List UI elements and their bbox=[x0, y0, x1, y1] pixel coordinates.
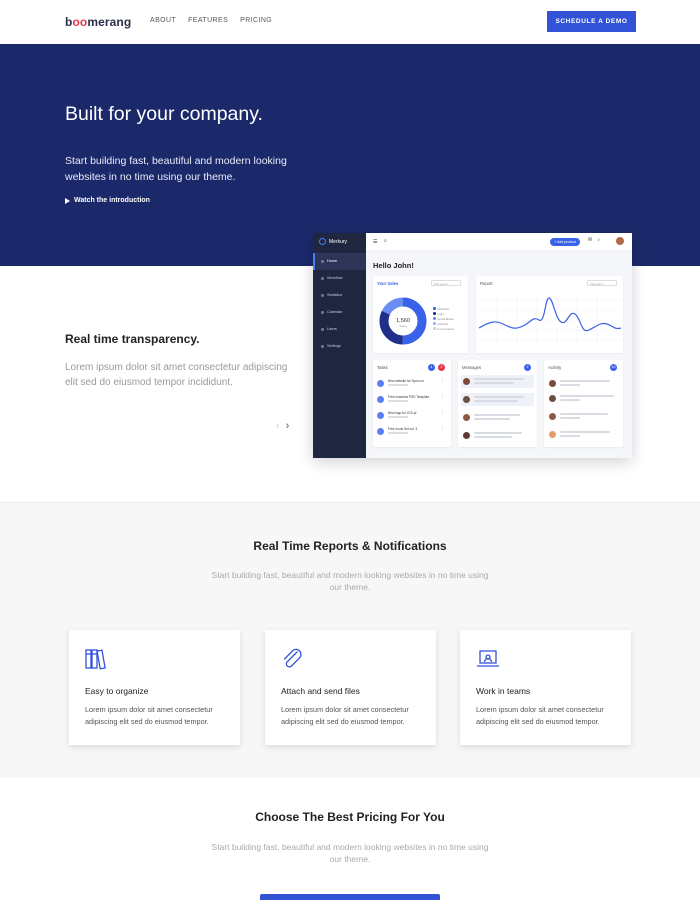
task-row: Free Icons Set vol. 3 ⋮ bbox=[377, 426, 447, 438]
search-icon: ⌕ bbox=[384, 238, 387, 244]
dashboard-screenshot: Merkury Home Workflow Statistics Calenda… bbox=[313, 233, 632, 458]
feature-text: Lorem ipsum dolor sit amet consectetur a… bbox=[281, 705, 409, 726]
message-row bbox=[461, 375, 534, 388]
sales-period-select: This year ▾ bbox=[431, 280, 461, 286]
activity-card: Activity 10 bbox=[544, 360, 623, 447]
dashboard-sidebar: Merkury Home Workflow Statistics Calenda… bbox=[313, 233, 366, 458]
messages-badge: 2 bbox=[524, 364, 531, 371]
activity-row bbox=[547, 428, 620, 441]
sidebar-item-workflow: Workflow bbox=[313, 270, 366, 287]
message-row bbox=[461, 393, 534, 406]
avatar bbox=[616, 237, 624, 245]
feature-card-organize: Easy to organize Lorem ipsum dolor sit a… bbox=[69, 630, 240, 745]
features-section: Real Time Reports & Notifications Start … bbox=[0, 502, 700, 778]
tasks-badge: 4 bbox=[428, 364, 435, 371]
messages-card: Messages 2 bbox=[458, 360, 537, 447]
task-row: New logo for JCD.pl ⋮ bbox=[377, 410, 447, 422]
report-card: Report This year ▾ bbox=[476, 276, 623, 353]
books-icon bbox=[85, 649, 106, 670]
feature-title: Easy to organize bbox=[85, 686, 149, 696]
feature-title: Attach and send files bbox=[281, 686, 360, 696]
sales-card: Your Sales This year ▾ 1,560 Sales Websi… bbox=[373, 276, 468, 353]
feature-title: Work in teams bbox=[476, 686, 531, 696]
activity-card-title: Activity bbox=[548, 365, 562, 370]
topbar-icons: ✉ ♪ bbox=[588, 237, 600, 243]
laptop-icon bbox=[477, 650, 499, 667]
sales-legend: Websites Logo Social Media Adwords E-Com… bbox=[433, 306, 454, 331]
brand-logo-icon bbox=[319, 238, 326, 245]
features-title: Real Time Reports & Notifications bbox=[253, 539, 447, 553]
next-arrow-icon[interactable]: › bbox=[286, 420, 290, 432]
schedule-demo-button[interactable]: SCHEDULE A DEMO bbox=[547, 11, 636, 32]
pricing-subtitle: Start building fast, beautiful and moder… bbox=[211, 842, 489, 864]
prev-arrow-icon[interactable]: ‹ bbox=[276, 420, 280, 432]
feature-card-teams: Work in teams Lorem ipsum dolor sit amet… bbox=[460, 630, 631, 745]
sales-donut-chart: 1,560 Sales bbox=[379, 297, 427, 345]
report-card-title: Report bbox=[480, 281, 493, 286]
message-row bbox=[461, 429, 534, 442]
logo[interactable]: boomerang bbox=[65, 15, 131, 29]
mail-icon: ✉ bbox=[588, 237, 593, 243]
sales-card-title: Your Sales bbox=[377, 281, 399, 286]
play-icon bbox=[65, 197, 70, 204]
transparency-text: Lorem ipsum dolor sit amet consectetur a… bbox=[65, 362, 288, 388]
message-row bbox=[461, 411, 534, 424]
nav-link-about[interactable]: ABOUT bbox=[150, 17, 176, 24]
sidebar-item-statistics: Statistics bbox=[313, 287, 366, 304]
dashboard-topbar: ☰ ⌕ + Add product ✉ ♪ bbox=[366, 233, 632, 251]
tasks-badge-alert: 2 bbox=[438, 364, 445, 371]
feature-card-attach: Attach and send files Lorem ipsum dolor … bbox=[265, 630, 436, 745]
task-row: New website for Symu.co ⋮ bbox=[377, 378, 447, 390]
bell-icon: ♪ bbox=[597, 237, 600, 243]
nav-links: ABOUT FEATURES PRICING bbox=[150, 17, 272, 24]
top-navbar: boomerang ABOUT FEATURES PRICING SCHEDUL… bbox=[0, 0, 700, 44]
watch-intro-label: Watch the introduction bbox=[74, 197, 150, 204]
dashboard-greeting: Hello John! bbox=[373, 261, 414, 270]
tasks-card: Tasks 4 2 New website for Symu.co ⋮ Free… bbox=[373, 360, 451, 447]
menu-icon: ☰ bbox=[373, 239, 378, 245]
logo-text-accent: oo bbox=[72, 15, 88, 29]
activity-row bbox=[547, 410, 620, 423]
donut-label: Sales bbox=[399, 324, 407, 328]
hero-title: Built for your company. bbox=[65, 103, 263, 125]
transparency-title: Real time transparency. bbox=[65, 332, 200, 346]
sidebar-item-users: Users bbox=[313, 321, 366, 338]
feature-text: Lorem ipsum dolor sit amet consectetur a… bbox=[476, 705, 604, 726]
pricing-card-top[interactable] bbox=[260, 894, 440, 900]
messages-card-title: Messages bbox=[462, 365, 482, 370]
hero-subtitle: Start building fast, beautiful and moder… bbox=[65, 155, 287, 183]
activity-row bbox=[547, 377, 620, 390]
report-line-chart bbox=[478, 296, 622, 344]
sidebar-item-home: Home bbox=[313, 253, 366, 270]
task-row: Free business PSD Template ⋮ bbox=[377, 394, 447, 406]
pricing-title: Choose The Best Pricing For You bbox=[255, 810, 445, 824]
activity-row bbox=[547, 392, 620, 405]
nav-link-pricing[interactable]: PRICING bbox=[240, 17, 272, 24]
logo-text-end: merang bbox=[87, 15, 132, 29]
features-subtitle: Start building fast, beautiful and moder… bbox=[211, 570, 489, 592]
report-period-select: This year ▾ bbox=[587, 280, 617, 286]
sidebar-item-settings: Settings bbox=[313, 338, 366, 355]
activity-badge: 10 bbox=[610, 364, 617, 371]
add-product-button: + Add product bbox=[550, 238, 580, 246]
dashboard-brand: Merkury bbox=[319, 238, 347, 245]
watch-intro-link[interactable]: Watch the introduction bbox=[65, 197, 150, 204]
feature-text: Lorem ipsum dolor sit amet consectetur a… bbox=[85, 705, 213, 726]
paperclip-icon bbox=[283, 648, 302, 668]
slider-arrows: ‹ › bbox=[276, 420, 289, 432]
sidebar-menu: Home Workflow Statistics Calendar Users … bbox=[313, 253, 366, 355]
tasks-card-title: Tasks bbox=[377, 365, 388, 370]
dashboard-brand-name: Merkury bbox=[329, 238, 348, 245]
sidebar-item-calendar: Calendar bbox=[313, 304, 366, 321]
legend-item: E-Commerce bbox=[433, 326, 454, 331]
nav-link-features[interactable]: FEATURES bbox=[188, 17, 228, 24]
